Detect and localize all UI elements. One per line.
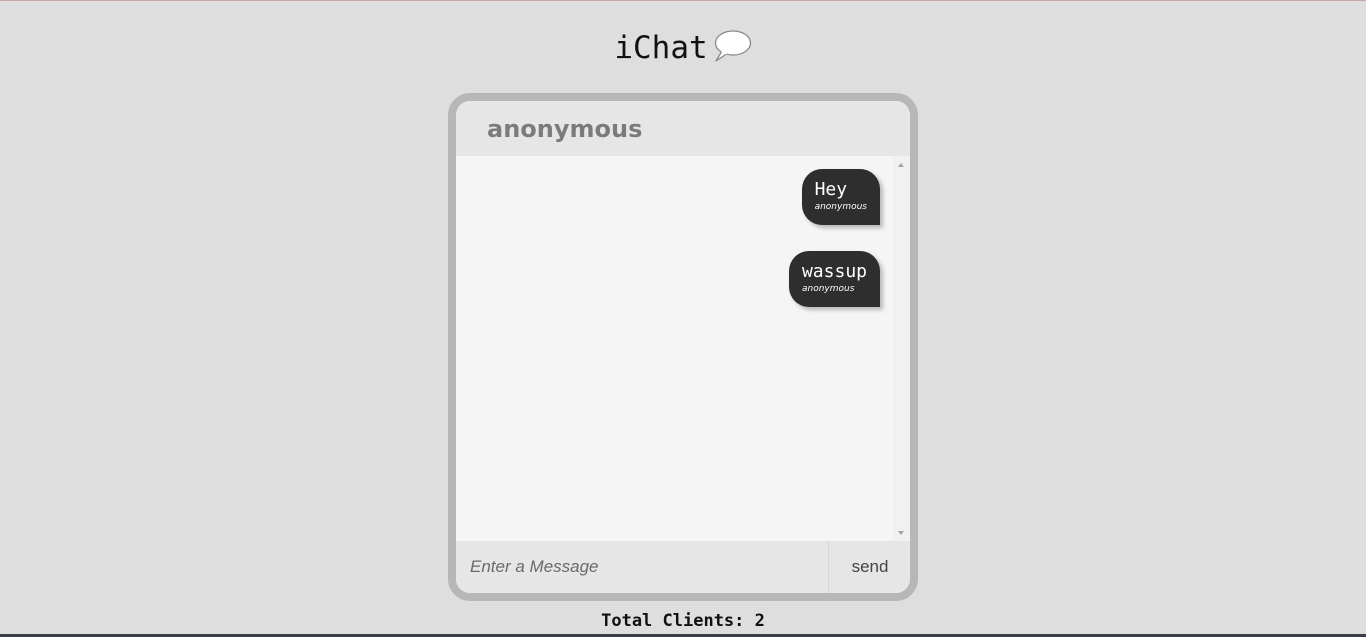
send-button[interactable]: send	[830, 541, 910, 593]
chat-window: anonymous Hey anonymous wassup anonymous…	[448, 93, 918, 601]
message-author: anonymous	[814, 202, 867, 212]
scroll-down-arrow-icon[interactable]	[898, 531, 904, 535]
message-text: wassup	[801, 261, 867, 282]
app-title: iChat	[614, 30, 708, 66]
message-list[interactable]: Hey anonymous wassup anonymous	[456, 156, 893, 541]
app-header: iChat	[0, 30, 1366, 66]
speech-bubble-icon	[714, 30, 751, 62]
message-composer: send	[456, 541, 910, 593]
message-text: Hey	[814, 179, 848, 200]
chat-username: anonymous	[487, 115, 643, 143]
message-input[interactable]	[456, 541, 829, 593]
message-bubble: Hey anonymous	[801, 169, 880, 225]
top-divider	[0, 0, 1366, 1]
chat-header: anonymous	[456, 101, 910, 156]
message-author: anonymous	[801, 284, 855, 294]
scroll-up-arrow-icon[interactable]	[898, 163, 904, 167]
message-scrollbar[interactable]	[893, 156, 910, 541]
message-bubble: wassup anonymous	[788, 251, 880, 307]
total-clients-count: Total Clients: 2	[601, 611, 765, 631]
